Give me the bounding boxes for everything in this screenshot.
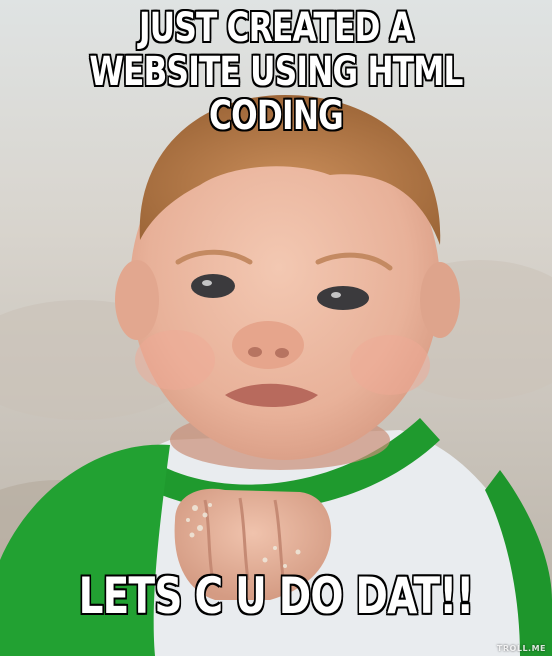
- top-caption: JUST CREATED A WEBSITE USING HTML CODING: [89, 5, 463, 139]
- meme-image: JUST CREATED A WEBSITE USING HTML CODING…: [0, 0, 552, 656]
- bottom-caption: LETS C U DO DAT!!: [78, 567, 475, 625]
- watermark: TROLL.ME: [496, 644, 546, 653]
